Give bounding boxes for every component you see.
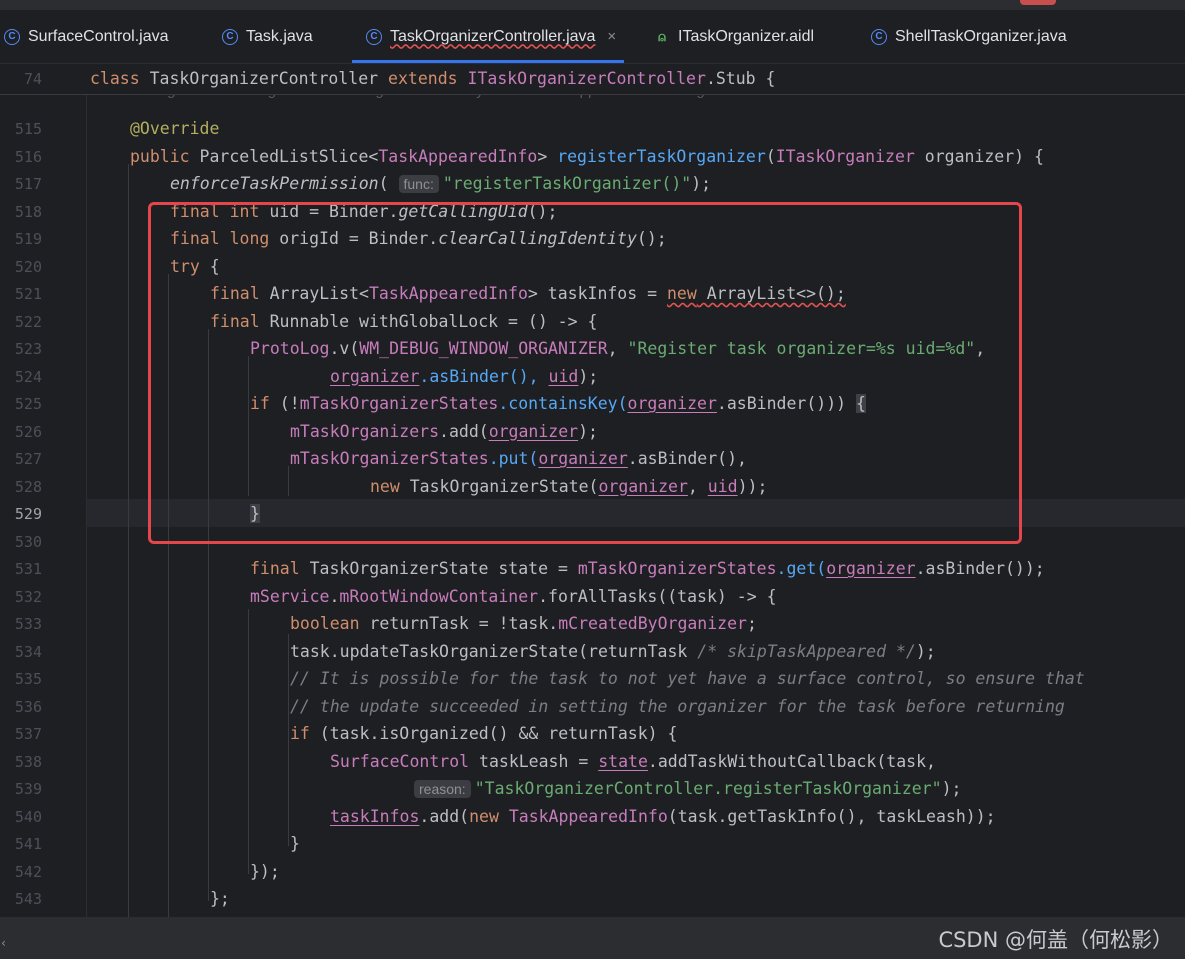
code-line-531: final TaskOrganizerState state = mTaskOr… — [250, 559, 1045, 578]
code-line-540: taskInfos.add(new TaskAppearedInfo(task.… — [330, 806, 996, 826]
code-line-515: @Override — [130, 119, 220, 138]
code-line-535: // It is possible for the task to not ye… — [290, 669, 1085, 688]
line-number: 539 — [14, 780, 42, 798]
line-number: 538 — [14, 752, 42, 771]
line-number: 516 — [14, 147, 42, 166]
line-number: 541 — [14, 835, 42, 853]
tab-label: ITaskOrganizer.aidl — [678, 27, 815, 45]
code-line-538: SurfaceControl taskLeash = state.addTask… — [330, 751, 936, 771]
tab-task[interactable]: C Task.java — [222, 10, 313, 63]
tab-label: Task.java — [246, 27, 313, 45]
line-number-current: 529 — [14, 505, 42, 523]
java-class-icon: C — [222, 28, 238, 45]
window-top-strip — [0, 0, 1185, 10]
line-number: 542 — [14, 862, 42, 881]
code-line-537: if (task.isOrganized() && returnTask) { — [290, 724, 678, 743]
tab-surfacecontrol[interactable]: C SurfaceControl.java — [4, 10, 169, 63]
tab-itaskorganizer-aidl[interactable]: ⍝ ITaskOrganizer.aidl — [654, 10, 814, 63]
indent-guide — [128, 164, 129, 917]
chevron-icon[interactable]: ‹ — [0, 936, 7, 950]
line-number: 526 — [14, 422, 42, 441]
line-number: 534 — [14, 642, 42, 661]
gutter-separator — [86, 64, 87, 917]
code-line-516: public ParceledListSlice<TaskAppearedInf… — [130, 146, 1044, 166]
line-number: 537 — [14, 725, 42, 743]
close-tab-icon[interactable]: × — [607, 28, 616, 45]
line-number: 522 — [14, 312, 42, 331]
highlight-annotation-box — [148, 202, 1022, 544]
code-line-517: enforceTaskPermission( func: "registerTas… — [170, 174, 712, 193]
inlay-hint-func: func: — [398, 175, 439, 193]
line-number: 532 — [14, 587, 42, 606]
line-number: 531 — [14, 560, 42, 578]
line-number: 535 — [14, 670, 42, 688]
code-line-534: task.updateTaskOrganizerState(returnTask… — [290, 641, 936, 661]
tab-label: ShellTaskOrganizer.java — [895, 27, 1067, 45]
indent-guide — [248, 609, 249, 874]
line-number: 74 — [23, 70, 42, 88]
line-number: 540 — [14, 807, 42, 826]
java-class-icon: C — [366, 28, 382, 45]
java-class-icon: C — [871, 28, 887, 45]
code-line-541: } — [290, 834, 300, 853]
tab-label: SurfaceControl.java — [28, 27, 169, 45]
close-window-button[interactable] — [1020, 0, 1056, 5]
line-number: 517 — [14, 175, 42, 193]
line-number: 527 — [14, 450, 42, 468]
code-line-533: boolean returnTask = !task.mCreatedByOrg… — [290, 614, 757, 633]
code-line-536: // the update succeeded in setting the o… — [290, 696, 1065, 716]
line-number: 536 — [14, 697, 42, 716]
line-number: 533 — [14, 615, 42, 633]
inlay-hint-reason: reason: — [414, 780, 471, 798]
android-aidl-icon: ⍝ — [658, 28, 666, 44]
line-number: 523 — [14, 340, 42, 358]
code-line-542: }); — [250, 861, 280, 881]
tab-label: TaskOrganizerController.java — [390, 27, 596, 45]
line-number: 515 — [14, 120, 42, 138]
sticky-scroll-header[interactable]: 74 class TaskOrganizerController extends… — [0, 64, 1185, 95]
line-number: 521 — [14, 285, 42, 303]
line-number: 528 — [14, 477, 42, 496]
tab-taskorganizercontroller[interactable]: C TaskOrganizerController.java × — [351, 10, 625, 63]
code-line-539: reason: "TaskOrganizerController.register… — [414, 780, 961, 798]
sticky-code-line: class TaskOrganizerController extends IT… — [90, 69, 776, 88]
tab-shelltaskorganizer[interactable]: C ShellTaskOrganizer.java — [871, 10, 1067, 63]
code-line-543: }; — [210, 889, 230, 908]
line-number: 525 — [14, 395, 42, 413]
line-number: 543 — [14, 890, 42, 908]
line-number: 520 — [14, 257, 42, 276]
watermark: CSDN @何盖（何松影） — [938, 928, 1173, 952]
line-number: 524 — [14, 367, 42, 386]
indent-guide — [288, 634, 289, 846]
line-number: 518 — [14, 202, 42, 221]
code-line-532: mService.mRootWindowContainer.forAllTask… — [250, 586, 777, 606]
line-number: 530 — [14, 532, 42, 551]
java-class-icon: C — [4, 28, 20, 45]
editor-tab-bar: C SurfaceControl.java C Task.java C TaskOrg… — [0, 10, 1185, 64]
line-number: 519 — [14, 230, 42, 248]
